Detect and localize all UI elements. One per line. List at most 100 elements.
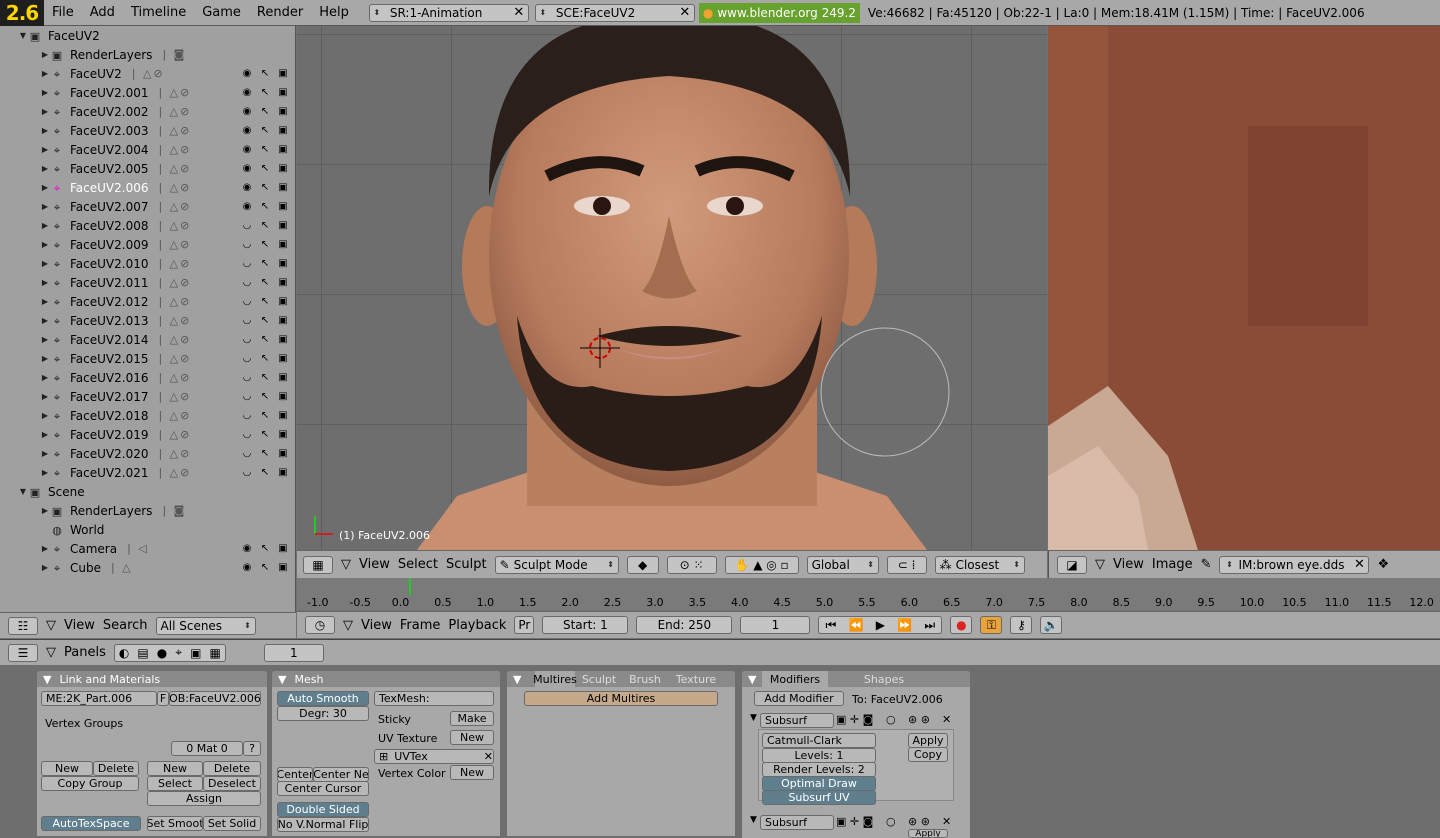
panel-collapse-icon[interactable]: ▼ xyxy=(43,673,51,686)
modifier-display-icons[interactable]: ▣ ✛ ◙ xyxy=(836,815,873,828)
menu-collapse-icon[interactable]: ▽ xyxy=(341,557,351,572)
render-icon[interactable]: ▣ xyxy=(276,144,290,155)
optimal-draw-toggle[interactable]: Optimal Draw xyxy=(762,776,876,791)
render-icon[interactable]: ▣ xyxy=(276,467,290,478)
eye-closed-icon[interactable]: ◡ xyxy=(240,467,254,478)
modifier-cage-icon[interactable]: ○ xyxy=(886,713,896,726)
tab-multires[interactable]: Multires xyxy=(533,671,577,687)
modifier-collapse-icon[interactable]: ▼ xyxy=(750,815,757,825)
collapsed-triangle-icon[interactable]: ▶ xyxy=(40,563,50,572)
auto-smooth-toggle[interactable]: Auto Smooth xyxy=(277,691,369,706)
collapsed-triangle-icon[interactable]: ▶ xyxy=(40,468,50,477)
object-name-field[interactable]: OB:FaceUV2.006 xyxy=(169,691,261,706)
eye-icon[interactable]: ◉ xyxy=(240,562,254,573)
outliner-search-menu[interactable]: Search xyxy=(103,618,148,633)
subsurf-name-field[interactable]: Subsurf xyxy=(760,713,834,728)
close-screen-icon[interactable]: ✕ xyxy=(510,4,528,22)
render-icon[interactable]: ▣ xyxy=(276,372,290,383)
magnet-button[interactable]: ⊂ ⁞ xyxy=(886,555,927,574)
cursor-icon[interactable]: ↖ xyxy=(258,201,272,212)
script-icon[interactable]: ▤ xyxy=(137,646,148,660)
cursor-icon[interactable]: ↖ xyxy=(258,239,272,250)
menu-render[interactable]: Render xyxy=(249,5,311,20)
new-material-button[interactable]: New xyxy=(147,761,203,776)
outliner-renderlayers-2[interactable]: ▶ ▣ RenderLayers | ◙ xyxy=(0,501,295,520)
scene-icon[interactable]: ▦ xyxy=(209,646,220,660)
autotexspace-toggle[interactable]: AutoTexSpace xyxy=(41,816,141,831)
collapsed-triangle-icon[interactable]: ▶ xyxy=(40,107,50,116)
delete-vgroup-button[interactable]: Delete xyxy=(93,761,139,776)
outliner-object-row[interactable]: ▶ ⌖ FaceUV2.008 | △⊘ ◡ ↖ ▣ xyxy=(0,216,295,235)
cursor-icon[interactable]: ↖ xyxy=(258,562,272,573)
object-icon[interactable]: ⌖ xyxy=(175,645,182,660)
deselect-material-button[interactable]: Deselect xyxy=(203,776,261,791)
render-icon[interactable]: ▣ xyxy=(276,296,290,307)
delete-modifier-icon[interactable]: ✕ xyxy=(942,815,951,828)
eye-icon[interactable]: ◉ xyxy=(240,163,254,174)
outliner-object-row[interactable]: ▶ ⌖ FaceUV2 | △⊘ ◉ ↖ ▣ xyxy=(0,64,295,83)
menu-timeline[interactable]: Timeline xyxy=(123,5,194,20)
collapsed-triangle-icon[interactable]: ▶ xyxy=(40,164,50,173)
editor-type-selector[interactable]: ◪ xyxy=(1057,555,1087,574)
menu-file[interactable]: File xyxy=(44,5,82,20)
panel-collapse-icon[interactable]: ▼ xyxy=(513,673,521,686)
pivot-dropdown[interactable]: ⊙ ⁙ xyxy=(666,555,717,574)
expanded-triangle-icon[interactable]: ▼ xyxy=(18,31,28,40)
outliner-scene-faceuv2[interactable]: ▼ ▣ FaceUV2 xyxy=(0,26,295,45)
outliner-camera[interactable]: ▶ ⌖ Camera | ◁ ◉ ↖ ▣ xyxy=(0,539,295,558)
pin-icon[interactable]: ✎ xyxy=(1201,557,1212,572)
outliner-object-row[interactable]: ▶ ⌖ FaceUV2.009 | △⊘ ◡ ↖ ▣ xyxy=(0,235,295,254)
eye-closed-icon[interactable]: ◡ xyxy=(240,277,254,288)
cursor-icon[interactable]: ↖ xyxy=(258,429,272,440)
outliner[interactable]: ▼ ▣ FaceUV2 ▶ ▣ RenderLayers | ◙ ▶ ⌖ FaceU… xyxy=(0,26,296,612)
render-icon[interactable]: ▣ xyxy=(276,125,290,136)
eye-icon[interactable]: ◉ xyxy=(240,182,254,193)
render-icon[interactable]: ▣ xyxy=(276,448,290,459)
eye-closed-icon[interactable]: ◡ xyxy=(240,391,254,402)
audio-icon[interactable]: 🔈 xyxy=(1040,616,1063,634)
outliner-object-row[interactable]: ▶ ⌖ FaceUV2.017 | △⊘ ◡ ↖ ▣ xyxy=(0,387,295,406)
levels-field[interactable]: Levels: 1 xyxy=(762,748,876,763)
outliner-view-menu[interactable]: View xyxy=(64,618,95,633)
cursor-icon[interactable]: ↖ xyxy=(258,353,272,364)
outliner-cube[interactable]: ▶ ⌖ Cube | △ ◉ ↖ ▣ xyxy=(0,558,295,577)
3d-viewport[interactable]: (1) FaceUV2.006 xyxy=(297,26,1047,550)
eye-icon[interactable]: ◉ xyxy=(240,125,254,136)
collapsed-triangle-icon[interactable]: ▶ xyxy=(40,183,50,192)
collapsed-triangle-icon[interactable]: ▶ xyxy=(40,449,50,458)
close-scene-icon[interactable]: ✕ xyxy=(676,4,694,22)
material-index-field[interactable]: 0 Mat 0 xyxy=(171,741,243,756)
collapsed-triangle-icon[interactable]: ▶ xyxy=(40,297,50,306)
tab-sculpt[interactable]: Sculpt xyxy=(577,671,621,687)
outliner-object-row[interactable]: ▶ ⌖ FaceUV2.010 | △⊘ ◡ ↖ ▣ xyxy=(0,254,295,273)
logic-icon[interactable]: ◐ xyxy=(119,646,129,660)
collapsed-triangle-icon[interactable]: ▶ xyxy=(40,69,50,78)
cursor-icon[interactable]: ↖ xyxy=(258,182,272,193)
render-icon[interactable]: ▣ xyxy=(276,258,290,269)
end-frame-field[interactable]: End: 250 xyxy=(636,616,733,634)
next-key-icon[interactable]: ⏩ xyxy=(897,618,912,632)
outliner-object-row[interactable]: ▶ ⌖ FaceUV2.019 | △⊘ ◡ ↖ ▣ xyxy=(0,425,295,444)
expanded-triangle-icon[interactable]: ▼ xyxy=(18,487,28,496)
start-frame-field[interactable]: Start: 1 xyxy=(542,616,629,634)
eye-icon[interactable]: ◉ xyxy=(240,87,254,98)
tab-texture[interactable]: Texture xyxy=(669,671,723,687)
collapsed-triangle-icon[interactable]: ▶ xyxy=(40,50,50,59)
assign-material-button[interactable]: Assign xyxy=(147,791,261,806)
eye-icon[interactable]: ◉ xyxy=(240,543,254,554)
cursor-icon[interactable]: ↖ xyxy=(258,258,272,269)
apply-modifier-button[interactable]: Apply xyxy=(908,733,948,748)
draw-type-dropdown[interactable]: ◆ xyxy=(626,555,659,574)
menu-collapse-icon[interactable]: ▽ xyxy=(1095,557,1105,572)
collapsed-triangle-icon[interactable]: ▶ xyxy=(40,354,50,363)
copy-group-button[interactable]: Copy Group xyxy=(41,776,139,791)
menu-collapse-icon[interactable]: ▽ xyxy=(46,645,56,660)
play-icon[interactable]: ▶ xyxy=(876,618,885,632)
cursor-icon[interactable]: ↖ xyxy=(258,410,272,421)
uvtex-layer[interactable]: ⊞ UVTex ✕ xyxy=(374,749,494,764)
eye-closed-icon[interactable]: ◡ xyxy=(240,315,254,326)
eye-closed-icon[interactable]: ◡ xyxy=(240,372,254,383)
collapsed-triangle-icon[interactable]: ▶ xyxy=(40,544,50,553)
render-icon[interactable]: ▣ xyxy=(276,353,290,364)
jump-start-icon[interactable]: ⏮ xyxy=(826,618,837,633)
